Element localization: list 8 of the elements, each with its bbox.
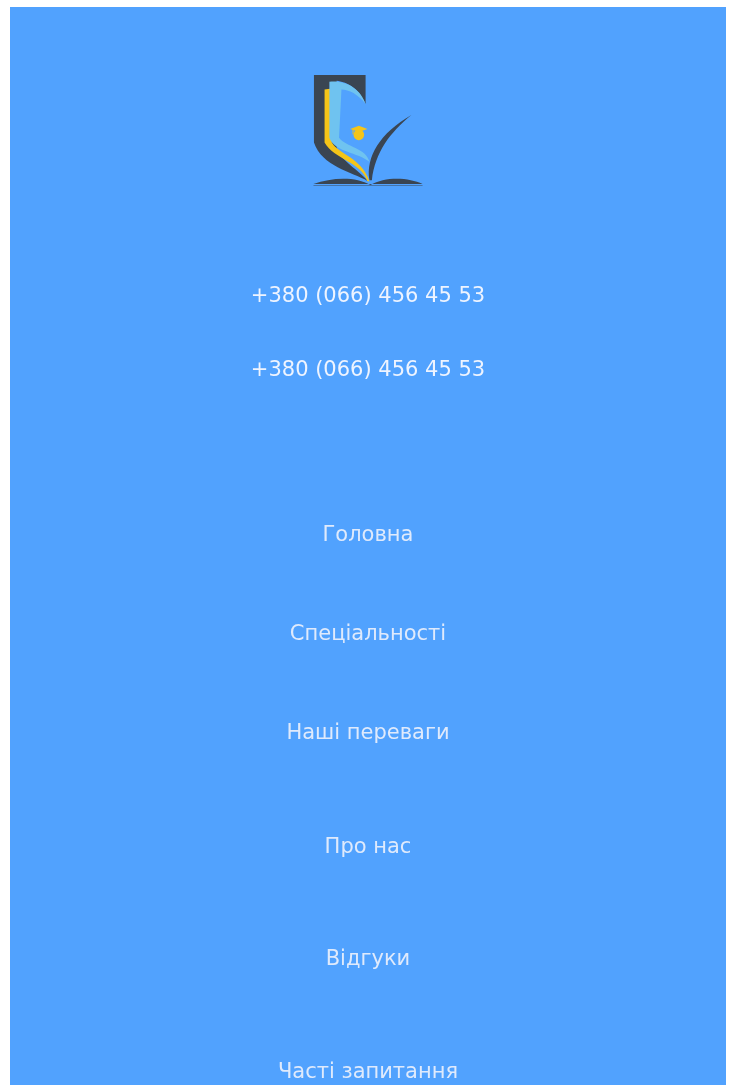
- nav-link[interactable]: Відгуки: [325, 944, 411, 972]
- nav-link[interactable]: Про нас: [324, 832, 412, 860]
- phone-link[interactable]: +380 (066) 456 45 53: [250, 355, 486, 383]
- nav-link[interactable]: Часті запитання: [277, 1057, 459, 1085]
- nav-link[interactable]: Головна: [322, 520, 414, 548]
- phone-link[interactable]: +380 (066) 456 45 53: [250, 281, 486, 309]
- nav-link[interactable]: Наші переваги: [286, 718, 450, 746]
- nav-link[interactable]: Спеціальності: [289, 619, 447, 647]
